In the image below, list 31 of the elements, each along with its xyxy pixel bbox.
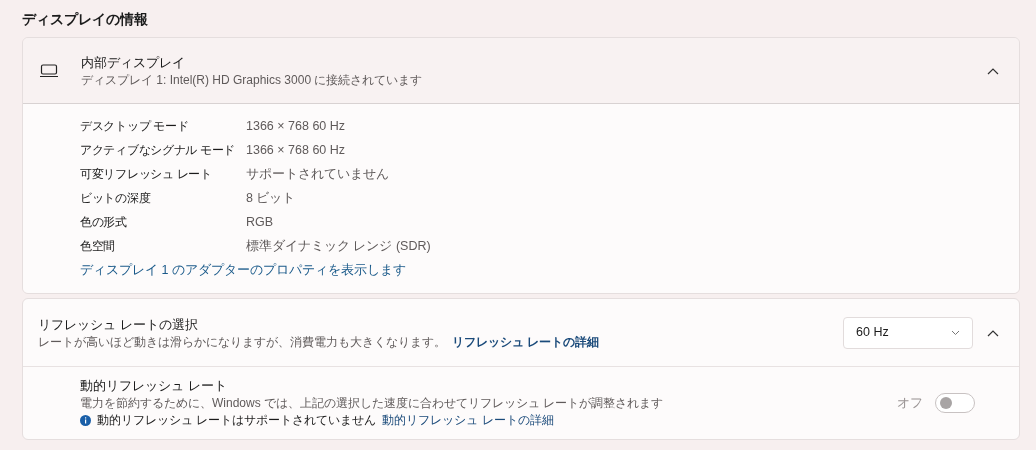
dynamic-refresh-details-link[interactable]: 動的リフレッシュ レートの詳細 [382, 412, 554, 429]
refresh-rate-title: リフレッシュ レートの選択 [38, 315, 199, 334]
property-label: ビットの深度 [80, 190, 152, 207]
property-label: 可変リフレッシュ レート [80, 166, 213, 183]
property-label: デスクトップ モード [80, 118, 190, 135]
chevron-up-icon [987, 66, 999, 75]
chevron-up-icon [987, 328, 999, 337]
refresh-rate-description: レートが高いほど動きは滑らかになりますが、消費電力も大きくなります。 [38, 333, 446, 350]
info-icon [80, 415, 91, 426]
toggle-switch[interactable] [935, 393, 975, 413]
display-connection: ディスプレイ 1: Intel(R) HD Graphics 3000 に接続されています [81, 71, 424, 88]
property-value: 1366 × 768 60 Hz [246, 141, 346, 159]
display-name: 内部ディスプレイ [81, 53, 186, 72]
toggle-state-label: オフ [897, 394, 923, 412]
refresh-rate-dropdown[interactable]: 60 Hz [843, 316, 973, 349]
info-text: 動的リフレッシュ レートはサポートされていません [97, 412, 377, 429]
property-value: サポートされていません [246, 165, 389, 183]
property-value: 8 ビット [246, 189, 296, 207]
property-value: 標準ダイナミック レンジ (SDR) [246, 237, 431, 255]
adapter-properties-link[interactable]: ディスプレイ 1 のアダプターのプロパティを表示します [80, 258, 406, 283]
laptop-icon [39, 63, 59, 78]
property-label: アクティブなシグナル モード [80, 142, 237, 159]
section-title: ディスプレイの情報 [22, 10, 149, 29]
property-value: RGB [246, 213, 274, 231]
dynamic-refresh-title: 動的リフレッシュ レート [80, 377, 228, 395]
property-value: 1366 × 768 60 Hz [246, 117, 346, 135]
refresh-rate-details-link[interactable]: リフレッシュ レートの詳細 [452, 333, 600, 350]
property-label: 色空間 [80, 238, 117, 255]
chevron-down-icon [951, 329, 960, 336]
dynamic-refresh-description: 電力を節約するために、Windows では、上記の選択した速度に合わせてリフレッシュ レートが調整されます [80, 395, 665, 412]
property-label: 色の形式 [80, 214, 128, 231]
